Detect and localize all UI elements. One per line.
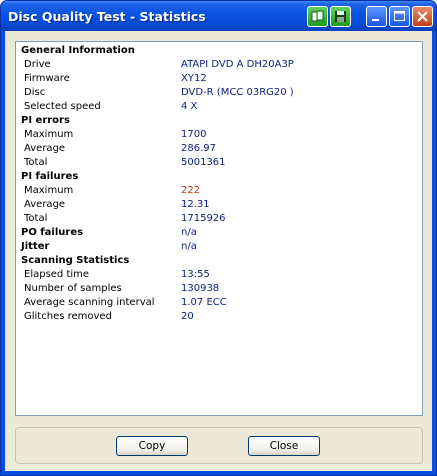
section-header-pi-errors: PI errors [21,115,70,126]
value-po-failures: n/a [181,227,197,238]
section-header-general-information: General Information [21,45,135,56]
label-disc: Disc [24,87,46,98]
label-average-scanning-interval: Average scanning interval [24,297,155,308]
value-pi-errors-maximum: 1700 [181,129,207,140]
label-glitches-removed: Glitches removed [24,311,112,322]
value-number-of-samples: 130938 [181,283,220,294]
label-pi-errors-total: Total [24,157,48,168]
window-client-area: General Information Drive ATAPI DVD A DH… [5,31,432,471]
section-header-scanning-statistics: Scanning Statistics [21,255,130,266]
statistics-list[interactable]: General Information Drive ATAPI DVD A DH… [15,41,423,416]
value-jitter: n/a [181,241,197,252]
statistics-window: Disc Quality Test - Statistics General I… [0,0,437,476]
value-pi-failures-average: 12.31 [181,199,210,210]
close-icon[interactable] [412,6,433,27]
value-elapsed-time: 13:55 [181,269,210,280]
section-header-po-failures: PO failures [21,227,84,238]
section-header-pi-failures: PI failures [21,171,79,182]
button-bar: Copy Close [15,427,423,464]
value-disc: DVD-R (MCC 03RG20 ) [181,87,294,98]
label-pi-failures-total: Total [24,213,48,224]
close-button[interactable]: Close [248,436,320,456]
label-pi-failures-maximum: Maximum [24,185,74,196]
title-bar[interactable]: Disc Quality Test - Statistics [1,1,436,31]
label-pi-errors-average: Average [24,143,66,154]
label-selected-speed: Selected speed [24,101,101,112]
value-firmware: XY12 [181,73,207,84]
copy-window-icon[interactable] [307,6,328,27]
save-icon[interactable] [330,6,351,27]
copy-button[interactable]: Copy [116,436,188,456]
value-average-scanning-interval: 1.07 ECC [181,297,227,308]
maximize-icon[interactable] [389,6,410,27]
value-selected-speed: 4 X [181,101,198,112]
value-pi-errors-total: 5001361 [181,157,226,168]
label-firmware: Firmware [24,73,70,84]
value-pi-failures-total: 1715926 [181,213,226,224]
value-pi-errors-average: 286.97 [181,143,216,154]
label-drive: Drive [24,59,51,70]
value-pi-failures-maximum: 222 [181,185,201,196]
value-glitches-removed: 20 [181,311,194,322]
minimize-icon[interactable] [366,6,387,27]
label-pi-failures-average: Average [24,199,66,210]
value-drive: ATAPI DVD A DH20A3P [181,59,294,70]
label-pi-errors-maximum: Maximum [24,129,74,140]
label-elapsed-time: Elapsed time [24,269,90,280]
label-number-of-samples: Number of samples [24,283,122,294]
section-header-jitter: Jitter [21,241,50,252]
window-title: Disc Quality Test - Statistics [8,9,206,24]
